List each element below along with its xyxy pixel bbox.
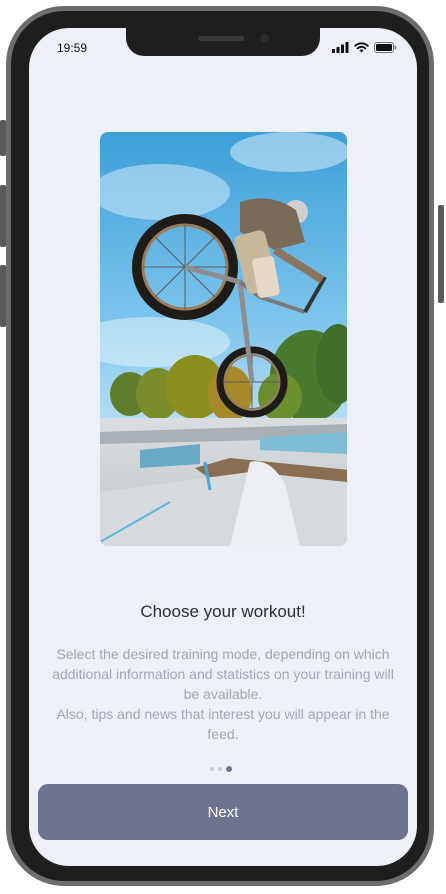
power-button: [438, 205, 444, 303]
description-line-2: Also, tips and news that interest you wi…: [56, 706, 390, 742]
mute-switch: [0, 120, 6, 156]
status-icons: [332, 42, 397, 53]
battery-icon: [374, 42, 397, 53]
pagination-dot-3-active: [226, 766, 232, 772]
bmx-rider-jumping-photo: [100, 132, 347, 546]
onboarding-description: Select the desired training mode, depend…: [51, 644, 395, 744]
screen: 19:59 Choose your workout! Select the de…: [29, 28, 417, 866]
signal-icon: [332, 42, 349, 53]
volume-up-button: [0, 185, 6, 247]
pagination-dot-1: [210, 767, 214, 771]
notch: [126, 28, 320, 56]
speaker: [198, 36, 244, 41]
wifi-icon: [354, 42, 369, 53]
description-line-1: Select the desired training mode, depend…: [52, 646, 394, 702]
pagination-dot-2: [218, 767, 222, 771]
front-camera: [260, 34, 269, 43]
next-button[interactable]: Next: [38, 784, 408, 840]
onboarding-title: Choose your workout!: [140, 602, 306, 621]
volume-down-button: [0, 265, 6, 327]
status-time: 19:59: [57, 41, 88, 55]
pagination-dots: [210, 766, 232, 772]
